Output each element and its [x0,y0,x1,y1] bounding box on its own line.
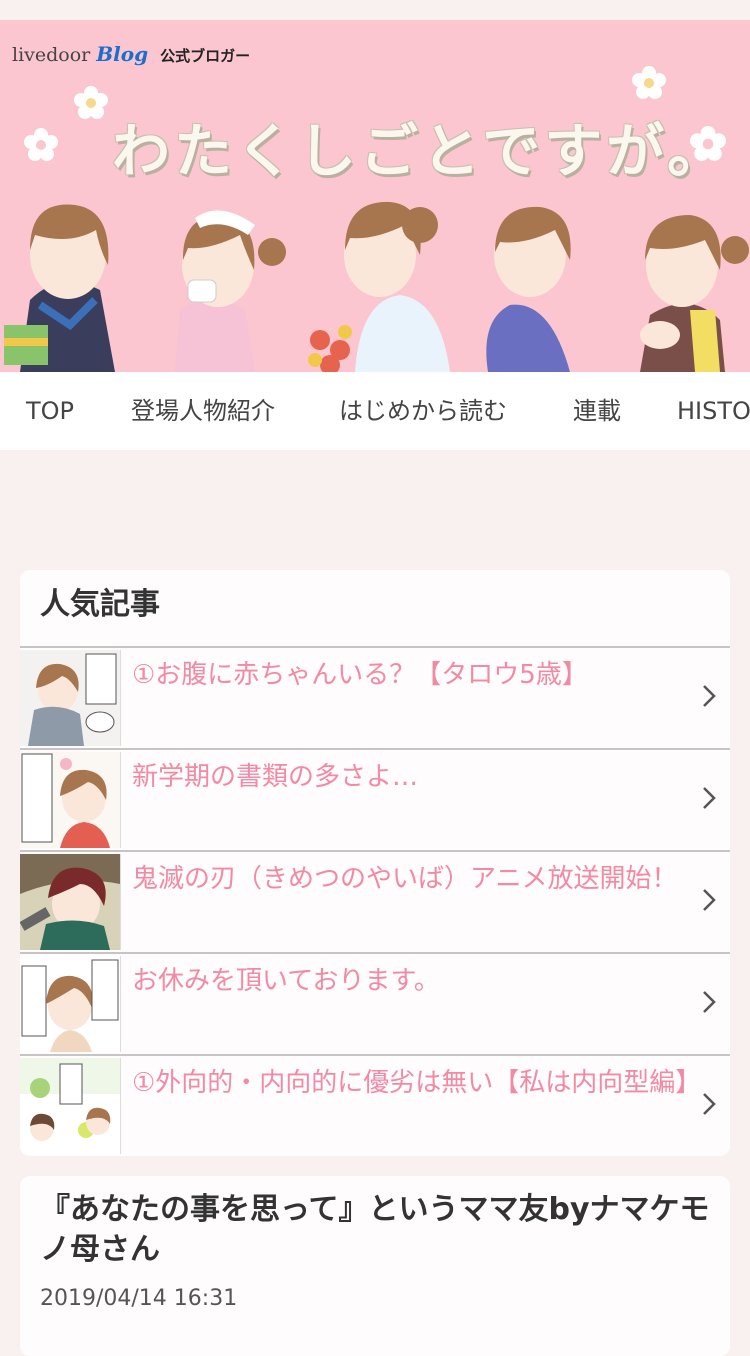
global-nav: TOP 登場人物紹介 はじめから読む 連載 HISTORY [0,372,750,450]
character-nurse-illustration [175,210,286,372]
article-thumbnail [20,650,121,746]
chevron-right-icon [703,991,716,1013]
character-bride-illustration [308,201,450,372]
popular-article-title: ①お腹に赤ちゃんいる？【タロウ5歳】 [132,660,588,690]
article-card[interactable]: 『あなたの事を思って』というママ友byナマケモノ母さん 2019/04/14 1… [20,1176,730,1356]
banner-illustration [4,201,749,372]
nav-item-top[interactable]: TOP [26,372,74,450]
chevron-right-icon [703,685,716,707]
popular-article-title: お休みを頂いております。 [132,966,440,996]
chevron-right-icon [703,1093,716,1115]
popular-article-item[interactable]: ①外向的・内向的に優劣は無い【私は内向型編】 [20,1056,730,1156]
character-mother-illustration [640,215,749,372]
article-thumbnail [20,1058,121,1154]
popular-article-item[interactable]: お休みを頂いております。 [20,954,730,1056]
article-date: 2019/04/14 16:31 [40,1286,238,1311]
nav-item-series[interactable]: 連載 [573,372,621,450]
popular-articles-heading: 人気記事 [20,570,730,648]
article-thumbnail [20,854,121,950]
popular-article-title: 鬼滅の刃（きめつのやいば）アニメ放送開始！ [132,864,678,894]
article-title[interactable]: 『あなたの事を思って』というママ友byナマケモノ母さん [40,1190,710,1270]
nav-item-read-from-start[interactable]: はじめから読む [339,372,507,450]
nav-item-history[interactable]: HISTORY [677,372,750,450]
popular-article-title: ①外向的・内向的に優劣は無い【私は内向型編】 [132,1068,702,1098]
popular-article-item[interactable]: ①お腹に赤ちゃんいる？【タロウ5歳】 [20,648,730,750]
popular-articles-card: 人気記事 ①お腹に赤ちゃんいる？【タロウ5歳】 新学期の書類の多さよ… 鬼滅の刃… [20,570,730,1156]
chevron-right-icon [703,889,716,911]
nav-item-characters[interactable]: 登場人物紹介 [131,372,275,450]
popular-article-item[interactable]: 新学期の書類の多さよ… [20,750,730,852]
header-banner[interactable]: livedoor Blog 公式ブロガー わたくしごとですが。 [0,20,750,372]
chevron-right-icon [703,787,716,809]
article-thumbnail [20,752,121,848]
character-student-illustration [4,204,115,372]
character-pregnant-illustration [486,206,571,372]
article-thumbnail [20,956,121,1052]
popular-article-title: 新学期の書類の多さよ… [132,762,419,792]
popular-article-item[interactable]: 鬼滅の刃（きめつのやいば）アニメ放送開始！ [20,852,730,954]
